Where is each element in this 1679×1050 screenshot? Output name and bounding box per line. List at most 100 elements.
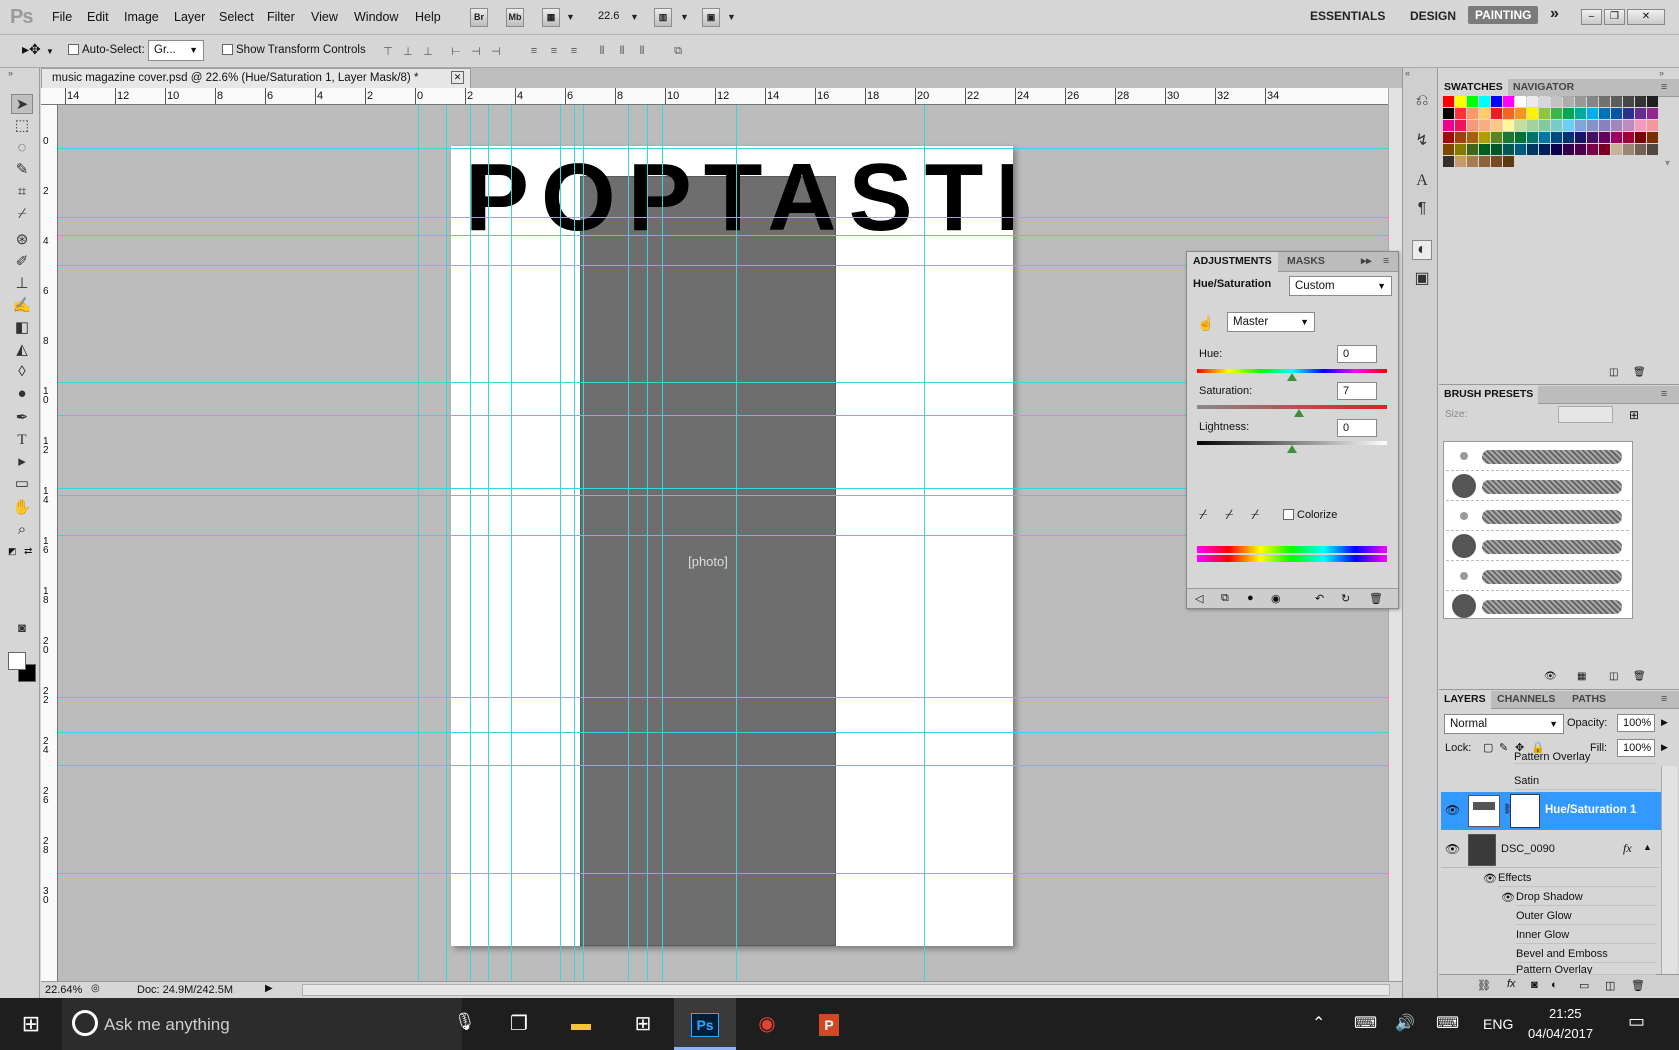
color-swatch[interactable] — [1467, 96, 1478, 107]
color-swatch[interactable] — [1575, 120, 1586, 131]
color-swatch[interactable] — [1455, 156, 1466, 167]
fill-slider-icon[interactable]: ▶ — [1661, 742, 1668, 753]
start-button[interactable]: ⊞ — [0, 998, 62, 1050]
target-adjust-icon[interactable]: ☝ — [1197, 315, 1214, 332]
effect-inner-glow[interactable]: Inner Glow — [1516, 926, 1656, 944]
color-swatch[interactable] — [1623, 144, 1634, 155]
color-swatch[interactable] — [1551, 144, 1562, 155]
color-swatch[interactable] — [1587, 144, 1598, 155]
file-explorer-icon[interactable]: ▬ — [550, 998, 612, 1050]
guide-vertical[interactable] — [511, 105, 512, 981]
rectangle-tool-icon[interactable]: ▭ — [11, 474, 33, 494]
minimize-button[interactable]: – — [1581, 9, 1602, 25]
brush-tool-icon[interactable]: ✐ — [11, 252, 33, 272]
lock-transparency-icon[interactable]: ▢ — [1483, 741, 1493, 754]
lock-pixels-icon[interactable]: ✎ — [1499, 741, 1508, 754]
brush-preset[interactable] — [1446, 442, 1629, 471]
color-swatch[interactable] — [1515, 132, 1526, 143]
add-mask-icon[interactable]: ◙ — [1531, 979, 1538, 991]
color-swatch[interactable] — [1599, 132, 1610, 143]
distribute-right-icon[interactable]: ⦀ — [634, 45, 650, 59]
color-swatch[interactable] — [1599, 96, 1610, 107]
menu-help[interactable]: Help — [415, 10, 441, 24]
layers-scrollbar[interactable] — [1661, 766, 1677, 974]
reset-icon[interactable]: ↻ — [1341, 592, 1350, 605]
layer-name[interactable]: DSC_0090 — [1501, 843, 1555, 855]
align-top-icon[interactable]: ⊤ — [380, 45, 396, 59]
tab-adjustments[interactable]: ADJUSTMENTS — [1187, 252, 1278, 272]
tab-brush-presets[interactable]: BRUSH PRESETS — [1439, 386, 1539, 404]
guide-vertical[interactable] — [560, 105, 561, 981]
guide-horizontal[interactable] — [58, 148, 1398, 149]
color-swatch[interactable] — [1539, 120, 1550, 131]
foreground-color-swatch[interactable] — [8, 652, 26, 670]
tab-paths[interactable]: PATHS — [1572, 693, 1606, 705]
color-swatch[interactable] — [1455, 144, 1466, 155]
color-swatch[interactable] — [1527, 120, 1538, 131]
keyboard-icon[interactable]: ⌨ — [1436, 1013, 1459, 1033]
color-swatch[interactable] — [1611, 120, 1622, 131]
effect-drop-shadow[interactable]: Drop Shadow — [1516, 888, 1656, 906]
saturation-slider-thumb[interactable] — [1293, 409, 1304, 417]
color-swatch[interactable] — [1635, 96, 1646, 107]
guide-vertical[interactable] — [662, 105, 663, 981]
saturation-input[interactable]: 7 — [1337, 382, 1377, 400]
tab-swatches[interactable]: SWATCHES — [1439, 79, 1508, 97]
guide-horizontal[interactable] — [58, 765, 1398, 766]
color-swatch[interactable] — [1647, 120, 1658, 131]
color-swatch[interactable] — [1647, 96, 1658, 107]
color-swatch[interactable] — [1503, 132, 1514, 143]
brush-preset[interactable] — [1446, 532, 1629, 561]
color-swatch[interactable] — [1467, 108, 1478, 119]
color-swatch[interactable] — [1611, 132, 1622, 143]
color-swatch[interactable] — [1443, 120, 1454, 131]
preset-select[interactable]: Custom ▼ — [1289, 276, 1392, 296]
tab-masks[interactable]: MASKS — [1287, 255, 1325, 267]
color-swatch[interactable] — [1587, 96, 1598, 107]
task-view-icon[interactable]: ❐ — [488, 998, 550, 1050]
color-swatch[interactable] — [1479, 96, 1490, 107]
guide-vertical[interactable] — [574, 105, 575, 981]
eye-icon[interactable]: 👁 — [1445, 803, 1460, 817]
effect-satin[interactable]: Satin — [1514, 772, 1656, 790]
color-swatch[interactable] — [1515, 96, 1526, 107]
align-left-icon[interactable]: ⊢ — [448, 45, 464, 59]
distribute-top-icon[interactable]: ≡ — [526, 45, 542, 59]
workspace-design[interactable]: DESIGN — [1410, 9, 1456, 23]
actions-panel-icon[interactable]: ↯ — [1412, 130, 1432, 150]
horizontal-scrollbar[interactable] — [302, 984, 1390, 996]
color-swatch[interactable] — [1563, 120, 1574, 131]
lasso-tool-icon[interactable]: ◌ — [11, 138, 33, 158]
guide-horizontal[interactable] — [58, 235, 1398, 236]
align-right-icon[interactable]: ⊣ — [488, 45, 504, 59]
color-swatch[interactable] — [1623, 96, 1634, 107]
paint-bucket-tool-icon[interactable]: ◭ — [11, 340, 33, 360]
color-swatch[interactable] — [1563, 132, 1574, 143]
color-swatch[interactable] — [1491, 108, 1502, 119]
quick-mask-icon[interactable]: ◙ — [11, 618, 33, 638]
color-swatch[interactable] — [1539, 132, 1550, 143]
channel-select[interactable]: Master ▼ — [1227, 312, 1315, 332]
color-swatch[interactable] — [1575, 144, 1586, 155]
status-info-icon[interactable]: ◎ — [91, 983, 100, 994]
color-swatch[interactable] — [1491, 144, 1502, 155]
delete-layer-icon[interactable]: 🗑 — [1631, 979, 1645, 992]
layer-name[interactable]: Hue/Saturation 1 — [1545, 804, 1636, 816]
eye-icon[interactable]: 👁 — [1501, 891, 1515, 904]
fx-icon[interactable]: fx — [1623, 841, 1632, 856]
distribute-left-icon[interactable]: ⦀ — [594, 45, 610, 59]
cortana-search-box[interactable]: Ask me anything 🎙 — [62, 998, 476, 1050]
tab-navigator[interactable]: NAVIGATOR — [1513, 81, 1574, 93]
notifications-icon[interactable]: ▭ — [1628, 1011, 1645, 1032]
lightness-slider-thumb[interactable] — [1287, 445, 1297, 453]
color-swatch[interactable] — [1527, 96, 1538, 107]
chevron-down-icon[interactable]: ▼ — [727, 12, 736, 22]
scroll-arrow-icon[interactable]: ▾ — [1665, 158, 1670, 169]
network-icon[interactable]: ⌨ — [1354, 1013, 1377, 1033]
eyedropper-plus-icon[interactable]: ⌿ — [1225, 506, 1233, 523]
guide-vertical[interactable] — [647, 105, 648, 981]
guide-vertical[interactable] — [736, 105, 737, 981]
distribute-hcenter-icon[interactable]: ⦀ — [614, 45, 630, 59]
color-swatch[interactable] — [1599, 108, 1610, 119]
opacity-slider-icon[interactable]: ▶ — [1661, 717, 1668, 728]
